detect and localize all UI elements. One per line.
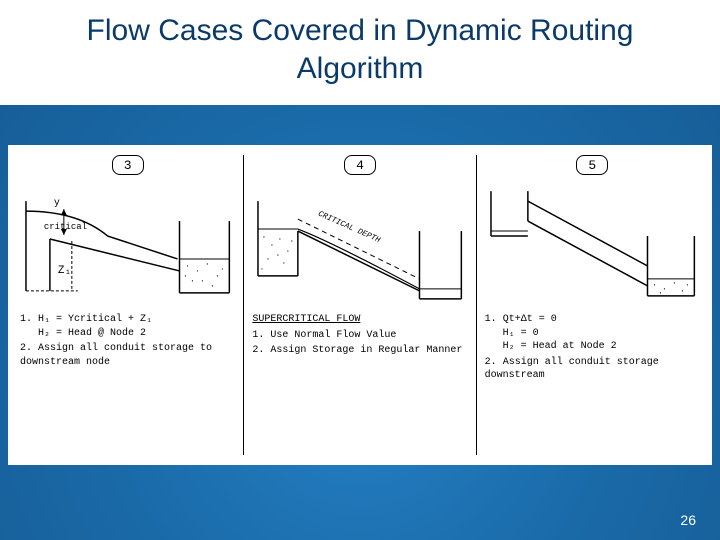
slide-title: Flow Cases Covered in Dynamic Routing Al… (40, 12, 680, 87)
note-num: 1. (485, 314, 497, 325)
case-number-4: 4 (344, 155, 376, 175)
case-3-sketch: y critical Z₁ (18, 181, 237, 311)
notes-heading: SUPERCRITICAL FLOW (252, 314, 360, 325)
case-5: 5 (477, 155, 708, 455)
note-text: Assign Storage in Regular Manner (270, 345, 462, 356)
case-3: 3 (12, 155, 244, 455)
note-num: 1. (252, 330, 264, 341)
note-text: Assign all conduit storage to downstream… (20, 343, 212, 368)
case-5-sketch (483, 181, 702, 311)
critical-label: critical (44, 222, 87, 232)
note-text: Assign all conduit storage downstream (485, 357, 659, 382)
note-num: 2. (485, 357, 497, 368)
case-5-notes: 1. Qt+Δt = 0 H₁ = 0 H₂ = Head at Node 2 … (483, 311, 702, 387)
y-label: y (54, 197, 60, 208)
note-text: Qt+Δt = 0 (503, 314, 557, 325)
note-text: Use Normal Flow Value (270, 330, 396, 341)
note-num: 2. (252, 345, 264, 356)
note-sub: H₁ = 0 H₂ = Head at Node 2 (485, 327, 700, 354)
case-number-5: 5 (576, 155, 608, 175)
case-4: 4 (244, 155, 476, 455)
critical-depth-label: CRITICAL DEPTH (317, 210, 382, 246)
diagram-panel: 3 (8, 145, 712, 465)
case-number-3: 3 (112, 155, 144, 175)
case-4-notes: SUPERCRITICAL FLOW 1. Use Normal Flow Va… (250, 311, 469, 362)
case-4-sketch: CRITICAL DEPTH (250, 181, 469, 311)
page-number: 26 (680, 512, 696, 528)
note-text: H₁ = Ycritical + Z₁ (38, 314, 152, 325)
z1-label: Z₁ (58, 265, 71, 277)
title-bar: Flow Cases Covered in Dynamic Routing Al… (0, 0, 720, 105)
case-3-notes: 1. H₁ = Ycritical + Z₁ H₂ = Head @ Node … (18, 311, 237, 373)
note-sub: H₂ = Head @ Node 2 (20, 327, 235, 341)
note-num: 1. (20, 314, 32, 325)
note-num: 2. (20, 343, 32, 354)
